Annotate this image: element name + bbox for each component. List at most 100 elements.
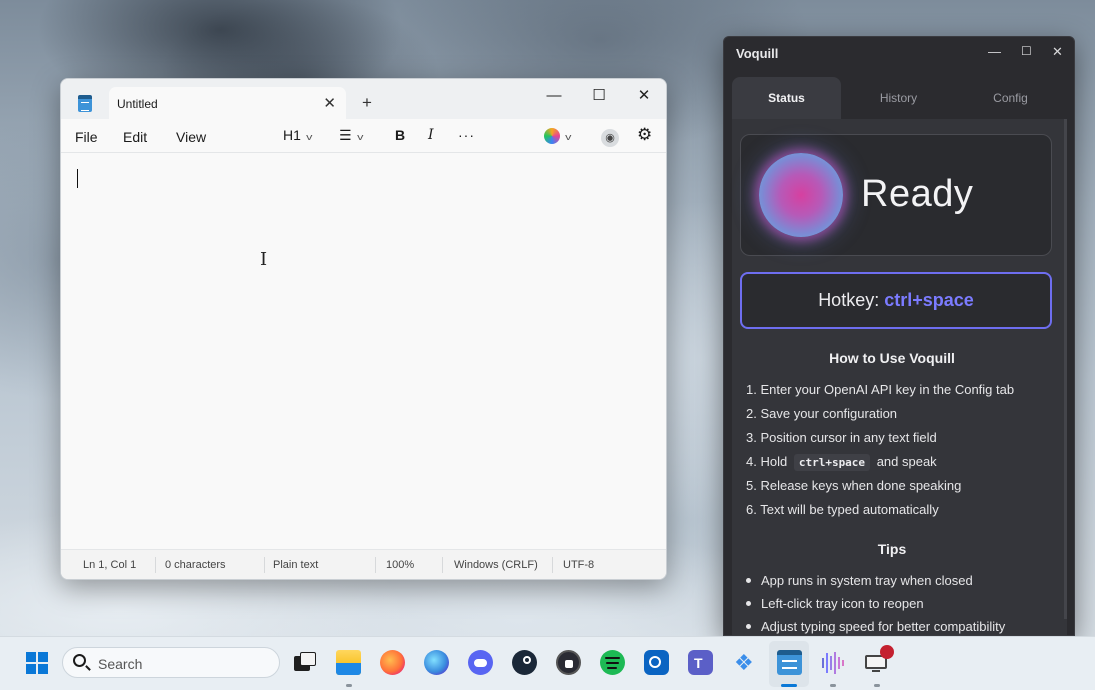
recording-orb-icon bbox=[759, 153, 843, 237]
close-button[interactable]: ✕ bbox=[621, 83, 666, 113]
zoom-level[interactable]: 100% bbox=[386, 559, 414, 571]
list-icon: ☰ bbox=[339, 127, 352, 143]
notepad-titlebar[interactable]: Untitled ✕ + — ☐ ✕ bbox=[61, 79, 666, 119]
heading-dropdown[interactable]: H1 v bbox=[283, 127, 313, 143]
voquill-minimize-button[interactable]: — bbox=[988, 44, 1001, 59]
chevron-down-icon: v bbox=[306, 132, 313, 142]
voquill-window: Voquill — ☐ ✕ Status History Config Read… bbox=[723, 36, 1075, 636]
list-item: 3. Position cursor in any text field bbox=[746, 430, 937, 445]
tab-history[interactable]: History bbox=[844, 77, 953, 119]
maximize-button[interactable]: ☐ bbox=[576, 83, 622, 113]
taskbar: Search T ❖ bbox=[0, 636, 1095, 690]
running-indicator bbox=[346, 684, 352, 687]
status-divider bbox=[155, 557, 156, 573]
ibeam-cursor-icon: I bbox=[260, 249, 268, 270]
text-caret bbox=[77, 169, 78, 188]
list-item: 5. Release keys when done speaking bbox=[746, 478, 962, 493]
voquill-maximize-button[interactable]: ☐ bbox=[1021, 44, 1032, 58]
list-item: 1. Enter your OpenAI API key in the Conf… bbox=[746, 382, 1015, 397]
menu-view[interactable]: View bbox=[176, 129, 206, 145]
scrollbar[interactable] bbox=[1064, 119, 1067, 619]
bullet-icon bbox=[746, 624, 751, 630]
status-divider bbox=[552, 557, 553, 573]
character-count: 0 characters bbox=[165, 559, 226, 571]
status-card: Ready bbox=[740, 134, 1052, 256]
notepad-window: Untitled ✕ + — ☐ ✕ File Edit View H1 v ☰ v… bbox=[60, 78, 667, 580]
hotkey-value: ctrl+space bbox=[884, 290, 974, 310]
bullet-icon bbox=[746, 601, 751, 607]
list-item: Left-click tray icon to reopen bbox=[746, 596, 924, 611]
copilot-button[interactable]: v bbox=[544, 127, 572, 145]
step4-suffix: and speak bbox=[876, 454, 937, 469]
bold-button[interactable]: B bbox=[395, 127, 405, 143]
italic-button[interactable]: I bbox=[428, 127, 434, 143]
voquill-close-button[interactable]: ✕ bbox=[1052, 44, 1063, 60]
minimize-button[interactable]: — bbox=[531, 83, 577, 113]
task-view-icon[interactable] bbox=[292, 650, 317, 675]
format-status[interactable]: Plain text bbox=[273, 559, 318, 571]
voquill-tabbar: Status History Config bbox=[732, 77, 1067, 119]
hotkey-kbd: ctrl+space bbox=[793, 454, 871, 471]
steam-icon[interactable] bbox=[512, 650, 537, 675]
settings-gear-icon[interactable]: ⚙ bbox=[637, 125, 652, 145]
windows-start-icon[interactable] bbox=[26, 652, 48, 674]
chevron-down-icon: v bbox=[565, 132, 572, 142]
line-ending[interactable]: Windows (CRLF) bbox=[454, 559, 538, 571]
notification-badge bbox=[880, 645, 894, 659]
chevron-down-icon: v bbox=[356, 132, 363, 142]
tab-title: Untitled bbox=[117, 97, 158, 111]
search-icon bbox=[73, 654, 86, 667]
status-divider bbox=[264, 557, 265, 573]
tab-config[interactable]: Config bbox=[956, 77, 1065, 119]
notepad-statusbar: Ln 1, Col 1 0 characters Plain text 100%… bbox=[61, 549, 666, 579]
teams-icon[interactable]: T bbox=[688, 650, 713, 675]
search-placeholder: Search bbox=[98, 656, 143, 672]
running-indicator bbox=[830, 684, 836, 687]
file-explorer-icon[interactable] bbox=[336, 650, 361, 675]
more-options-icon[interactable]: ··· bbox=[458, 127, 475, 143]
tip-text: App runs in system tray when closed bbox=[761, 573, 973, 588]
list-item: 6. Text will be typed automatically bbox=[746, 502, 939, 517]
list-item: Adjust typing speed for better compatibi… bbox=[746, 619, 1005, 634]
tips-heading: Tips bbox=[877, 541, 907, 557]
tab-status[interactable]: Status bbox=[732, 77, 841, 119]
list-dropdown[interactable]: ☰ v bbox=[339, 127, 363, 144]
proton-pass-icon[interactable] bbox=[556, 650, 581, 675]
outlook-icon[interactable] bbox=[644, 650, 669, 675]
new-tab-icon[interactable]: + bbox=[362, 93, 372, 113]
tab-close-icon[interactable]: ✕ bbox=[323, 94, 336, 112]
status-divider bbox=[442, 557, 443, 573]
active-indicator bbox=[781, 684, 797, 687]
taskbar-search[interactable]: Search bbox=[62, 647, 280, 678]
heading-value: H1 bbox=[283, 127, 301, 143]
notepad-menubar: File Edit View H1 v ☰ v B I ··· v ◉ ⚙ bbox=[61, 119, 666, 153]
how-to-heading: How to Use Voquill bbox=[829, 350, 955, 366]
cursor-position: Ln 1, Col 1 bbox=[83, 559, 137, 571]
notepad-app-icon bbox=[78, 95, 92, 112]
status-text: Ready bbox=[861, 173, 974, 215]
firefox-icon[interactable] bbox=[380, 650, 405, 675]
tip-text: Left-click tray icon to reopen bbox=[761, 596, 924, 611]
tab-untitled[interactable]: Untitled ✕ bbox=[109, 87, 346, 119]
menu-edit[interactable]: Edit bbox=[123, 129, 147, 145]
list-item: App runs in system tray when closed bbox=[746, 573, 973, 588]
hotkey-display: Hotkey: ctrl+space bbox=[740, 272, 1052, 329]
discord-icon[interactable] bbox=[468, 650, 493, 675]
firefox-developer-icon[interactable] bbox=[424, 650, 449, 675]
voquill-title: Voquill bbox=[736, 46, 779, 61]
text-editor[interactable]: I bbox=[61, 153, 666, 549]
menu-file[interactable]: File bbox=[75, 129, 98, 145]
status-divider bbox=[375, 557, 376, 573]
encoding[interactable]: UTF-8 bbox=[563, 559, 594, 571]
list-item: 4. Hold ctrl+space and speak bbox=[746, 454, 937, 471]
bullet-icon bbox=[746, 578, 751, 584]
tip-text: Adjust typing speed for better compatibi… bbox=[761, 619, 1006, 634]
running-indicator bbox=[874, 684, 880, 687]
spotify-icon[interactable] bbox=[600, 650, 625, 675]
account-icon[interactable]: ◉ bbox=[601, 128, 619, 147]
hotkey-label: Hotkey: bbox=[818, 290, 880, 310]
notepad-taskbar-icon[interactable] bbox=[777, 650, 802, 675]
voquill-taskbar-icon[interactable] bbox=[820, 650, 845, 675]
vscode-icon[interactable]: ❖ bbox=[732, 650, 757, 675]
copilot-icon bbox=[544, 128, 560, 145]
